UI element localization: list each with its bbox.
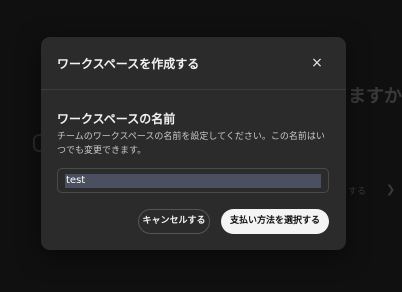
workspace-name-input[interactable]: test [57, 168, 329, 193]
workspace-name-heading: ワークスペースの名前 [57, 112, 176, 126]
background-side-text: する [348, 187, 367, 197]
background-heading: ますか [348, 86, 402, 107]
workspace-name-value[interactable]: test [65, 174, 321, 188]
cancel-button[interactable]: キャンセルする [138, 209, 210, 234]
close-icon[interactable]: × [308, 54, 326, 72]
dialog-divider [41, 89, 346, 90]
workspace-name-description: チームのワークスペースの名前を設定してください。この名前はいつでも変更できます。 [57, 132, 325, 156]
select-payment-method-button[interactable]: 支払い方法を選択する [221, 209, 329, 234]
dialog-title: ワークスペースを作成する [57, 57, 200, 71]
create-workspace-dialog: ワークスペースを作成する × ワークスペースの名前 チームのワークスペースの名前… [41, 37, 346, 250]
background-chevron-icon: ❯ [386, 183, 396, 196]
